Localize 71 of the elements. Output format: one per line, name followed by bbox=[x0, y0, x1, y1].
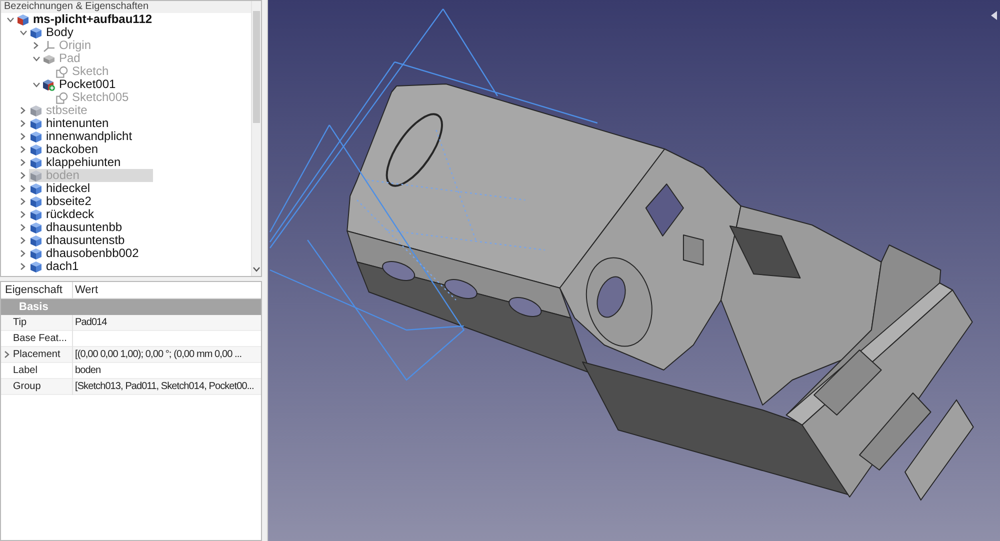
cube-icon bbox=[30, 144, 42, 156]
tree-item[interactable]: klappehiunten bbox=[29, 156, 125, 169]
cube-icon bbox=[17, 14, 29, 26]
chevron-right-icon[interactable] bbox=[20, 159, 26, 166]
cube-icon bbox=[30, 222, 42, 234]
cube-icon bbox=[30, 208, 42, 220]
tree-item[interactable]: ms-plicht+aufbau112 bbox=[16, 13, 156, 26]
chevron-right-icon[interactable] bbox=[20, 146, 26, 153]
cube-icon bbox=[30, 170, 42, 182]
chevron-right-icon[interactable] bbox=[20, 198, 26, 205]
chevron-right-icon[interactable] bbox=[20, 172, 26, 179]
tree-item[interactable]: innenwandplicht bbox=[29, 130, 136, 143]
chevron-right-icon[interactable] bbox=[20, 133, 26, 140]
chevron-right-icon[interactable] bbox=[20, 250, 26, 257]
scrollbar-thumb[interactable] bbox=[253, 11, 260, 123]
tree-item[interactable]: backoben bbox=[29, 143, 102, 156]
cube-icon bbox=[30, 196, 42, 208]
panel-title: Bezeichnungen & Eigenschaften bbox=[1, 1, 251, 13]
column-header: Wert bbox=[74, 283, 100, 298]
chevron-down-icon[interactable] bbox=[6, 16, 14, 22]
property-value[interactable]: Pad014 bbox=[73, 314, 261, 330]
tree-item[interactable]: dach1 bbox=[29, 260, 83, 273]
column-header: Eigenschaft bbox=[1, 282, 73, 298]
cube-icon bbox=[30, 248, 42, 260]
cube-icon bbox=[30, 234, 42, 246]
cube-icon bbox=[30, 104, 42, 116]
chevron-right-icon[interactable] bbox=[20, 263, 26, 270]
cube-icon bbox=[30, 26, 42, 38]
cube-plus-icon bbox=[43, 78, 55, 90]
chevron-right-icon[interactable] bbox=[20, 107, 26, 114]
chevron-right-icon[interactable] bbox=[20, 120, 26, 127]
chevron-down-icon[interactable] bbox=[20, 30, 26, 36]
property-value[interactable]: boden bbox=[73, 362, 261, 378]
chevron-down-icon[interactable] bbox=[32, 82, 40, 88]
property-row[interactable]: Base Feat... bbox=[1, 331, 261, 347]
chevron-right-icon[interactable] bbox=[20, 224, 26, 231]
tree-item[interactable]: hideckel bbox=[29, 182, 94, 195]
tree-item[interactable]: Pocket001 bbox=[42, 78, 120, 91]
tree-item[interactable]: Body bbox=[29, 26, 78, 39]
axes-icon bbox=[43, 40, 55, 52]
scrollbar[interactable] bbox=[251, 1, 261, 276]
square-circle-icon bbox=[56, 66, 68, 78]
chevron-down-icon[interactable] bbox=[253, 267, 260, 272]
chevron-right-icon[interactable] bbox=[20, 237, 26, 244]
property-row[interactable]: Tip Pad014 bbox=[1, 315, 261, 331]
cube-icon bbox=[30, 130, 42, 142]
tree-item[interactable]: bbseite2 bbox=[29, 195, 96, 208]
cube-icon bbox=[30, 118, 42, 130]
group-header: Basis bbox=[1, 299, 261, 315]
square-circle-icon bbox=[56, 92, 68, 104]
chevron-right-icon[interactable] bbox=[4, 351, 10, 358]
chevron-down-icon[interactable] bbox=[32, 56, 40, 62]
property-row[interactable]: Label boden bbox=[1, 363, 261, 379]
property-value[interactable]: [Sketch013, Pad011, Sketch014, Pocket00... bbox=[73, 378, 261, 394]
tree-item[interactable]: rückdeck bbox=[29, 208, 98, 221]
tree-item[interactable]: dhausuntenstb bbox=[29, 234, 129, 247]
property-row[interactable]: Group [Sketch013, Pad011, Sketch014, Pocket00... bbox=[1, 379, 261, 395]
tree-item[interactable]: dhausuntenbb bbox=[29, 221, 126, 234]
triangle-left-icon[interactable] bbox=[991, 11, 997, 20]
property-row[interactable]: Placement [(0,00 0,00 1,00); 0,00 °; (0,00 mm 0,00 ... bbox=[1, 347, 261, 363]
cube-icon bbox=[30, 260, 42, 272]
cube-icon bbox=[30, 156, 42, 168]
chevron-right-icon[interactable] bbox=[20, 211, 26, 218]
tree-item[interactable]: hintenunten bbox=[29, 117, 113, 130]
property-name: Group bbox=[13, 378, 73, 394]
chevron-right-icon[interactable] bbox=[33, 42, 39, 49]
slab-icon bbox=[43, 52, 55, 64]
property-value[interactable]: [(0,00 0,00 1,00); 0,00 °; (0,00 mm 0,00 ... bbox=[73, 346, 261, 362]
tree-item[interactable]: dhausobenbb002 bbox=[29, 247, 143, 260]
chevron-right-icon[interactable] bbox=[20, 185, 26, 192]
cube-icon bbox=[30, 182, 42, 194]
